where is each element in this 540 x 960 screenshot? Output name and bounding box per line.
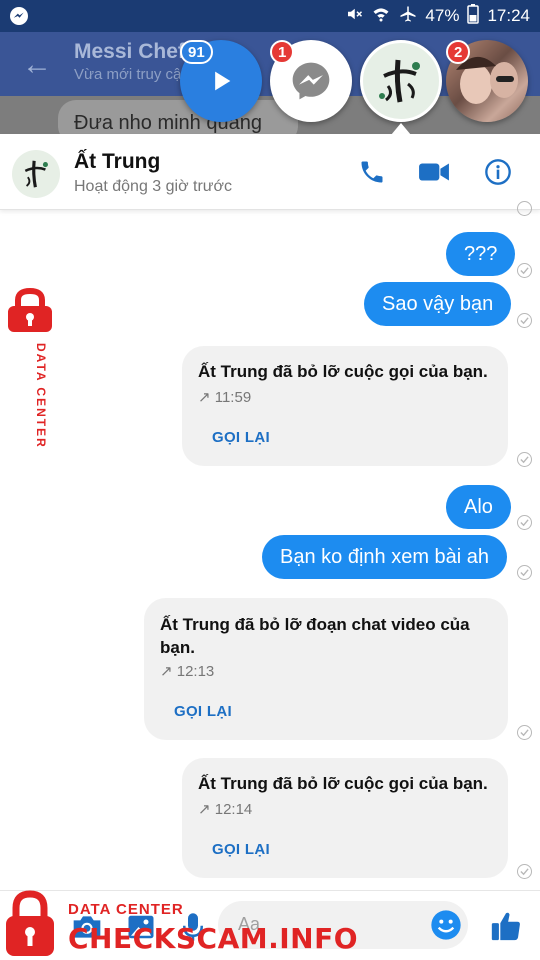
seen-indicator-icon	[517, 452, 532, 467]
like-icon[interactable]	[486, 906, 526, 946]
watermark-vertical-subtext: DATA CENTER	[34, 343, 48, 449]
messenger-notification-icon	[10, 7, 28, 25]
battery-icon	[467, 3, 480, 29]
battery-percent: 47%	[425, 6, 460, 25]
info-icon[interactable]	[482, 156, 514, 188]
video-icon[interactable]	[418, 156, 450, 188]
contact-status: Hoạt động 3 giờ trước	[74, 178, 232, 195]
seen-indicator-icon	[517, 263, 532, 278]
outgoing-message[interactable]: ???	[446, 232, 516, 276]
status-right: 47% 17:24	[345, 3, 530, 29]
calligraphy-avatar-icon	[379, 59, 420, 103]
airplane-icon	[399, 5, 417, 28]
watermark-bottom-text: CHECKSCAM.INFO	[68, 922, 359, 955]
background-chat-subtitle: Vừa mới truy cậ	[74, 66, 182, 83]
missed-call-text: Ất Trung đã bỏ lỡ cuộc gọi của bạn.	[198, 362, 488, 381]
missed-call-time: ↗ 11:59	[198, 389, 252, 406]
call-back-button[interactable]: GỌI LẠI	[212, 429, 270, 446]
call-back-button[interactable]: GỌI LẠI	[212, 841, 270, 858]
clock: 17:24	[487, 6, 530, 25]
play-head-badge: 91	[180, 40, 213, 64]
missed-video-text-line2: bạn.	[160, 638, 195, 657]
contact-name[interactable]: Ất Trung	[74, 150, 160, 174]
mute-icon	[345, 5, 363, 28]
seen-indicator-icon	[517, 201, 532, 216]
missed-call-time: ↗ 12:14	[198, 801, 253, 818]
contact-avatar[interactable]	[12, 150, 60, 198]
call-back-button[interactable]: GỌI LẠI	[174, 703, 232, 720]
missed-video-text-line1: Ất Trung đã bỏ lỡ đoạn chat video của	[160, 615, 470, 634]
messenger-icon	[292, 62, 330, 100]
watermark-lock-icon-bottom	[2, 890, 58, 960]
calligraphy-avatar-small-icon	[24, 160, 48, 188]
contact-chat-head[interactable]	[360, 40, 442, 122]
watermark-vertical-text: CHECKSCAM.INFO	[0, 343, 2, 590]
phone-icon[interactable]	[356, 156, 388, 188]
outgoing-message[interactable]: Sao vậy bạn	[364, 282, 512, 326]
watermark-lock-icon	[2, 287, 58, 339]
outgoing-message[interactable]: Alo	[446, 485, 511, 529]
outgoing-message[interactable]: Bạn ko định xem bài ah	[262, 535, 508, 579]
status-bar: 47% 17:24	[0, 0, 540, 32]
emoji-icon[interactable]	[428, 907, 464, 943]
seen-indicator-icon	[517, 864, 532, 879]
seen-indicator-icon	[517, 313, 532, 328]
play-icon	[215, 71, 231, 91]
background-chat-title: Messi Chef	[74, 40, 185, 63]
seen-indicator-icon	[517, 515, 532, 530]
wifi-icon	[371, 5, 391, 28]
status-left	[10, 7, 28, 25]
missed-video-time: ↗ 12:13	[160, 663, 215, 680]
watermark-bottom-subtext: DATA CENTER	[68, 901, 184, 918]
missed-call-text: Ất Trung đã bỏ lỡ cuộc gọi của bạn.	[198, 774, 488, 793]
seen-indicator-icon	[517, 725, 532, 740]
seen-indicator-icon	[517, 565, 532, 580]
back-arrow-icon: ←	[22, 48, 52, 81]
